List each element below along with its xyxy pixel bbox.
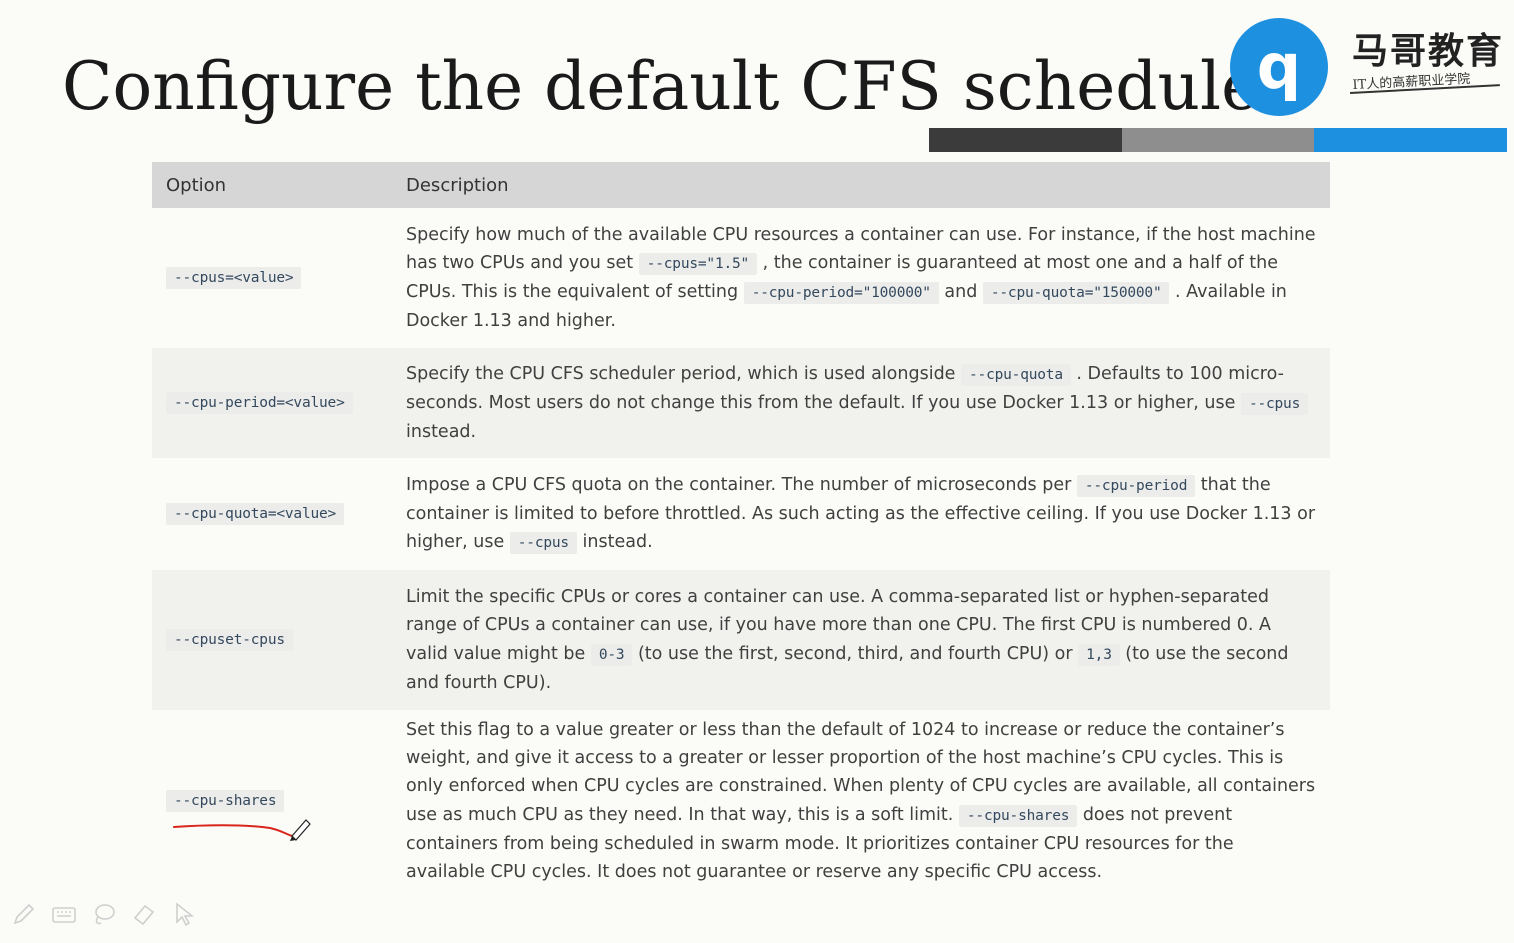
inline-code: --cpus	[1240, 392, 1309, 415]
option-flag: --cpu-period=<value>	[166, 392, 353, 414]
table-row: --cpus=<value> Specify how much of the av…	[152, 208, 1330, 348]
option-cell: --cpu-shares	[152, 710, 392, 892]
red-annotation-underline	[173, 819, 311, 841]
inline-code: --cpu-period	[1076, 474, 1196, 497]
inline-code: --cpu-period="100000"	[743, 282, 939, 304]
color-bar-blue-segment	[1314, 128, 1508, 152]
table-body: --cpus=<value> Specify how much of the av…	[152, 208, 1330, 892]
column-header-description: Description	[392, 162, 1330, 208]
inline-code: 1,3	[1078, 643, 1120, 666]
inline-code: 0-3	[590, 643, 633, 666]
column-header-option: Option	[152, 162, 392, 208]
table-row: --cpu-quota=<value> Impose a CPU CFS quot…	[152, 458, 1330, 570]
option-flag: --cpu-shares	[166, 790, 285, 812]
option-cell: --cpu-quota=<value>	[152, 458, 392, 570]
description-cell: Specify the CPU CFS scheduler period, wh…	[392, 348, 1330, 458]
description-text: and	[938, 282, 983, 302]
option-cell: --cpus=<value>	[152, 208, 392, 348]
option-flag: --cpuset-cpus	[166, 629, 293, 651]
pointer-icon[interactable]	[170, 900, 198, 928]
color-bar-dark-segment	[929, 128, 1122, 152]
option-flag: --cpus=<value>	[166, 267, 302, 289]
pen-cursor-icon	[290, 819, 311, 841]
description-cell: Specify how much of the available CPU re…	[392, 208, 1330, 348]
description-cell: Impose a CPU CFS quota on the container.…	[392, 458, 1330, 570]
options-table: Option Description --cpus=<value> Specify…	[152, 162, 1330, 892]
brand-logo: q 马哥教育 IT人的高薪职业学院	[1230, 18, 1510, 118]
annotation-toolbar	[10, 900, 198, 928]
description-cell: Set this flag to a value greater or less…	[392, 710, 1330, 892]
table-row: --cpuset-cpus Limit the specific CPUs or …	[152, 570, 1330, 710]
inline-code: --cpu-shares	[958, 804, 1078, 827]
option-flag: --cpu-quota=<value>	[166, 503, 345, 525]
inline-code: --cpu-quota	[961, 363, 1071, 386]
description-text: Specify the CPU CFS scheduler period, wh…	[406, 363, 962, 384]
decorative-color-bar	[929, 128, 1508, 152]
description-text: instead.	[406, 422, 477, 443]
pen-icon[interactable]	[10, 900, 38, 928]
description-text: instead.	[576, 532, 653, 553]
inline-code: --cpus	[509, 532, 577, 555]
inline-code: --cpu-quota="150000"	[982, 282, 1170, 304]
table-header-row: Option Description	[152, 162, 1330, 208]
description-text: (to use the first, second, third, and fo…	[632, 643, 1079, 664]
lasso-icon[interactable]	[90, 900, 118, 928]
logo-mark-icon: q	[1230, 18, 1328, 116]
keyboard-icon[interactable]	[50, 900, 78, 928]
inline-code: --cpus="1.5"	[638, 252, 758, 275]
description-cell: Limit the specific CPUs or cores a conta…	[392, 570, 1330, 710]
description-text: Impose a CPU CFS quota on the container.…	[406, 474, 1077, 495]
table-row: --cpu-period=<value> Specify the CPU CFS …	[152, 348, 1330, 458]
logo-name: 马哥教育	[1352, 31, 1505, 72]
color-bar-gray-segment	[1121, 128, 1315, 152]
slide-title: Configure the default CFS scheduler	[62, 48, 1292, 125]
option-cell: --cpu-period=<value>	[152, 348, 392, 458]
eraser-icon[interactable]	[130, 900, 158, 928]
table-row: --cpu-shares Set this flag to a value gre…	[152, 710, 1330, 892]
option-cell: --cpuset-cpus	[152, 570, 392, 710]
